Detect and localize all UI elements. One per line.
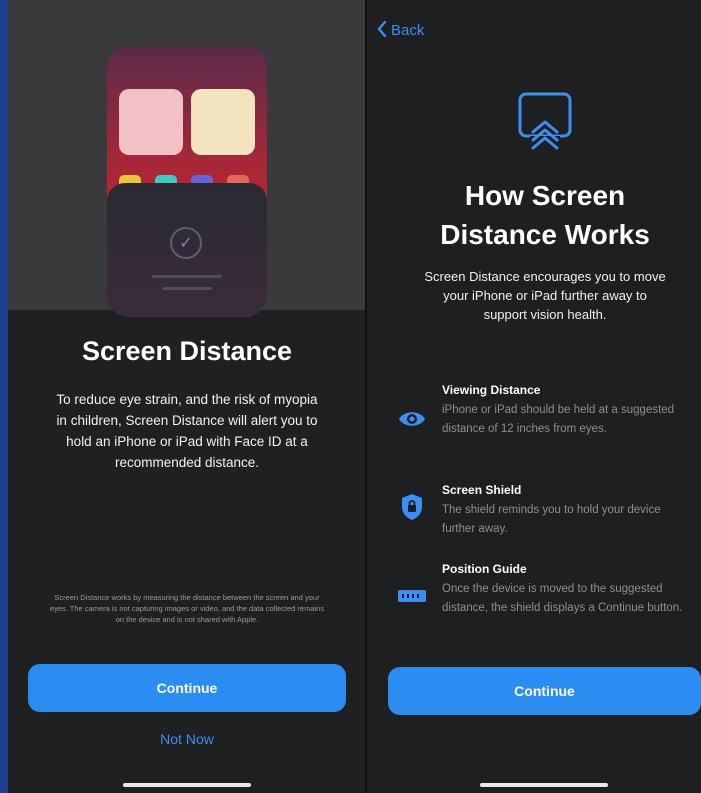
page-description: Screen Distance encourages you to move y… bbox=[424, 269, 666, 322]
how-screen-distance-works-screen: Back How Screen Distance Works Screen Di… bbox=[367, 0, 701, 793]
back-label: Back bbox=[391, 22, 425, 39]
feature-title: Viewing Distance bbox=[442, 383, 541, 397]
widget-pink bbox=[119, 89, 183, 155]
continue-button[interactable]: Continue bbox=[28, 664, 346, 712]
sheet-placeholder-line bbox=[152, 275, 222, 278]
privacy-fine-print: Screen Distance works by measuring the d… bbox=[49, 593, 325, 624]
sheet-placeholder-line bbox=[162, 287, 212, 290]
page-title: Screen Distance bbox=[81, 336, 293, 366]
feature-body: The shield reminds you to hold your devi… bbox=[442, 504, 661, 535]
phone-mockup: ✓ bbox=[107, 47, 267, 317]
checkmark-icon: ✓ bbox=[170, 227, 202, 259]
feature-body: Once the device is moved to the suggeste… bbox=[442, 583, 683, 614]
page-title: How Screen Distance Works bbox=[440, 180, 650, 250]
screen-distance-icon bbox=[516, 92, 574, 152]
feature-title: Position Guide bbox=[442, 562, 527, 576]
screen-shield-sheet: ✓ bbox=[107, 183, 267, 317]
widget-cream bbox=[191, 89, 255, 155]
feature-title: Screen Shield bbox=[442, 483, 522, 497]
phone-illustration: ✓ bbox=[8, 0, 366, 317]
ruler-icon bbox=[397, 581, 427, 611]
page-description: To reduce eye strain, and the risk of my… bbox=[56, 392, 318, 470]
home-indicator bbox=[480, 783, 608, 787]
chevron-left-icon bbox=[377, 20, 387, 40]
not-now-button[interactable]: Not Now bbox=[8, 731, 366, 747]
continue-button[interactable]: Continue bbox=[388, 667, 701, 715]
feature-body: iPhone or iPad should be held at a sugge… bbox=[442, 404, 675, 435]
shield-icon bbox=[397, 492, 427, 522]
screen-distance-intro-screen: ✓ Screen Distance To reduce eye strain, … bbox=[0, 0, 366, 793]
back-button[interactable]: Back bbox=[377, 20, 425, 40]
eye-icon bbox=[397, 404, 427, 434]
home-indicator bbox=[123, 783, 251, 787]
